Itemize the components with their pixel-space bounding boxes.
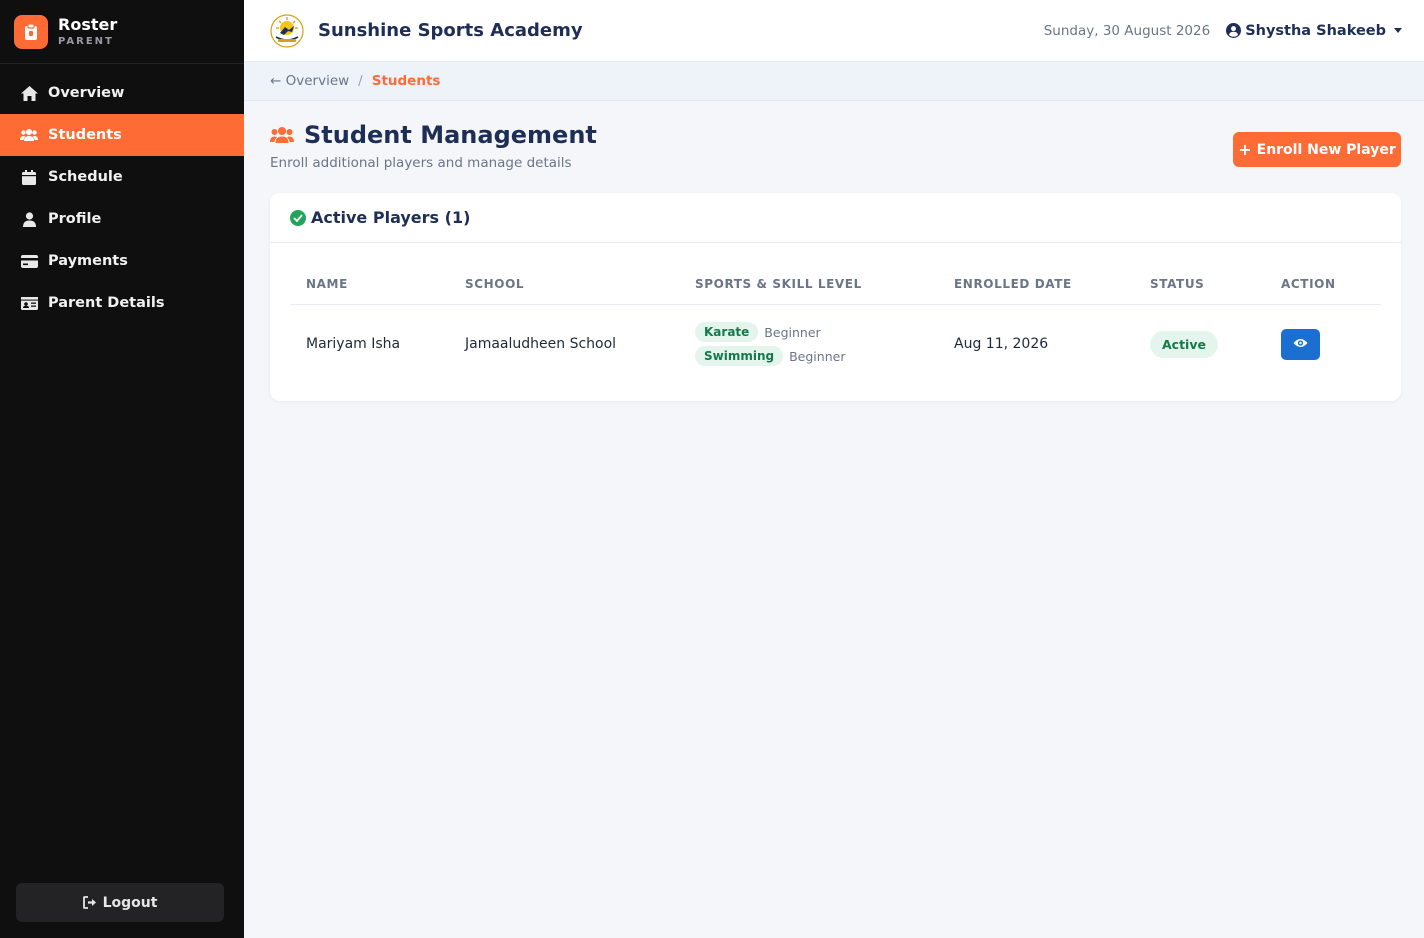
brand-subtitle: PARENT <box>58 36 114 48</box>
table-header: NAME SCHOOL SPORTS & SKILL LEVEL ENROLLE… <box>290 263 1381 305</box>
active-players-card: Active Players (1) NAME SCHOOL SPORTS & … <box>270 193 1401 401</box>
clipboard-icon <box>14 14 48 49</box>
logout-label: Logout <box>102 894 158 911</box>
card-header: Active Players (1) <box>270 193 1401 243</box>
sidebar-item-label: Parent Details <box>48 295 165 311</box>
card-title: Active Players (1) <box>311 208 471 227</box>
users-icon <box>270 125 294 145</box>
top-header: Sunshine Sports Academy Sunday, 30 Augus… <box>244 0 1424 62</box>
enroll-new-player-button[interactable]: + Enroll New Player <box>1233 132 1401 167</box>
players-table: NAME SCHOOL SPORTS & SKILL LEVEL ENROLLE… <box>290 263 1381 383</box>
column-header-action: ACTION <box>1281 276 1336 291</box>
users-icon <box>20 126 38 144</box>
player-sports: Karate Beginner Swimming Beginner <box>695 319 845 369</box>
sidebar-item-label: Profile <box>48 211 102 227</box>
academy-name: Sunshine Sports Academy <box>318 20 583 41</box>
brand-title: Roster <box>58 14 118 34</box>
brand: Roster PARENT <box>0 0 244 64</box>
plus-icon: + <box>1238 140 1252 159</box>
breadcrumb-current: Students <box>371 73 441 89</box>
id-card-icon <box>20 294 38 312</box>
enroll-button-label: Enroll New Player <box>1256 141 1396 158</box>
sidebar-item-payments[interactable]: Payments <box>0 240 244 282</box>
player-name: Mariyam Isha <box>306 336 401 352</box>
sidebar-item-profile[interactable]: Profile <box>0 198 244 240</box>
column-header-sports: SPORTS & SKILL LEVEL <box>695 276 862 291</box>
sidebar-nav: Overview Students Schedule Profile Payme… <box>0 72 244 324</box>
sidebar-item-label: Overview <box>48 85 125 101</box>
sidebar-item-label: Payments <box>48 253 128 269</box>
chevron-down-icon <box>1394 28 1402 33</box>
skill-level: Beginner <box>789 348 846 364</box>
current-date: Sunday, 30 August 2026 <box>1043 22 1211 39</box>
sidebar-item-label: Students <box>48 127 122 143</box>
logout-icon <box>83 894 99 912</box>
breadcrumb: ← Overview / Students <box>244 62 1424 101</box>
credit-card-icon <box>20 252 38 270</box>
sidebar-item-label: Schedule <box>48 169 123 185</box>
sidebar-item-parent-details[interactable]: Parent Details <box>0 282 244 324</box>
sport-badge: Karate <box>695 322 759 342</box>
sidebar-item-overview[interactable]: Overview <box>0 72 244 114</box>
user-icon <box>20 210 38 228</box>
calendar-icon <box>20 168 38 186</box>
user-menu[interactable]: Shystha Shakeeb <box>1226 23 1402 39</box>
check-circle-icon <box>290 209 306 226</box>
sport-entry: Swimming Beginner <box>695 345 845 367</box>
user-circle-icon <box>1226 23 1242 38</box>
page-header: Student Management Enroll additional pla… <box>270 121 1401 177</box>
skill-level: Beginner <box>764 324 821 340</box>
column-header-status: STATUS <box>1150 276 1205 291</box>
sidebar-item-students[interactable]: Students <box>0 114 244 156</box>
breadcrumb-separator: / <box>358 73 363 89</box>
academy-logo <box>270 13 304 48</box>
page-subtitle: Enroll additional players and manage det… <box>270 155 572 171</box>
enrolled-date: Aug 11, 2026 <box>954 336 1049 352</box>
logout-button[interactable]: Logout <box>16 883 224 922</box>
column-header-name: NAME <box>306 276 348 291</box>
column-header-school: SCHOOL <box>465 276 525 291</box>
sport-entry: Karate Beginner <box>695 321 845 343</box>
column-header-enrolled: ENROLLED DATE <box>954 276 1072 291</box>
breadcrumb-overview-link[interactable]: ← Overview <box>270 73 349 89</box>
sidebar: Roster PARENT Overview Students Schedule <box>0 0 244 938</box>
player-school: Jamaaludheen School <box>465 336 617 352</box>
eye-icon <box>1293 336 1308 352</box>
sidebar-item-schedule[interactable]: Schedule <box>0 156 244 198</box>
view-player-button[interactable] <box>1281 328 1320 360</box>
page-title: Student Management <box>304 121 597 149</box>
user-name: Shystha Shakeeb <box>1245 22 1386 39</box>
home-icon <box>20 84 38 102</box>
status-badge: Active <box>1150 330 1218 358</box>
table-row: Mariyam Isha Jamaaludheen School Karate … <box>290 305 1381 383</box>
sport-badge: Swimming <box>695 346 784 366</box>
